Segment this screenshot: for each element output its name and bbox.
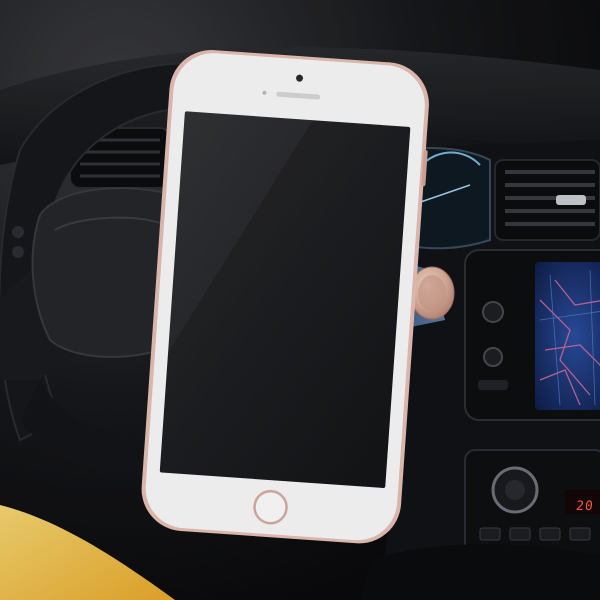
- climate-temperature-readout: 20: [575, 499, 595, 514]
- car-phone-mount-photo: [0, 0, 600, 600]
